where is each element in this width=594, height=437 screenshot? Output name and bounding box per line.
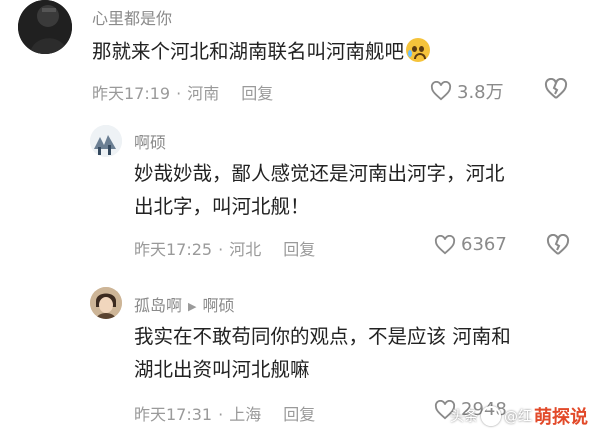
- comment-text: 妙哉妙哉，鄙人感觉还是河南出河字，河北 出北字，叫河北舰！: [134, 157, 505, 223]
- timestamp: 昨天17:25: [134, 240, 213, 259]
- reply-arrow-icon: ▶: [188, 300, 197, 313]
- comment-text-line: 那就来个河北和湖南联名叫河南舰吧: [92, 40, 405, 63]
- timestamp: 昨天17:19: [92, 84, 171, 103]
- comment-text-line: 出北字，叫河北舰！: [134, 195, 310, 218]
- reply-button[interactable]: 回复: [283, 405, 315, 424]
- reply-to-username[interactable]: 啊硕: [202, 296, 234, 315]
- separator-dot: ·: [218, 240, 224, 259]
- dislike-button[interactable]: [544, 77, 568, 104]
- watermark-circle-icon: [481, 406, 501, 426]
- separator-dot: ·: [176, 84, 182, 103]
- like-count: 3.8万: [457, 82, 504, 103]
- like-button[interactable]: 6367: [434, 234, 507, 255]
- reply-header: 孤岛啊 ▶ 啊硕: [134, 292, 235, 316]
- watermark-at: @红: [504, 409, 532, 425]
- location: 上海: [229, 405, 262, 424]
- username[interactable]: 心里都是你: [92, 5, 172, 29]
- crying-face-icon: [406, 38, 431, 62]
- heart-icon: [434, 234, 456, 254]
- comment-text-line: 妙哉妙哉，鄙人感觉还是河南出河字，河北: [134, 162, 505, 185]
- like-button[interactable]: 3.8万: [430, 78, 504, 104]
- reply-button[interactable]: 回复: [241, 84, 273, 103]
- reply-button[interactable]: 回复: [283, 240, 315, 259]
- username[interactable]: 啊硕: [134, 129, 166, 153]
- avatar[interactable]: [90, 287, 122, 319]
- watermark: 头条 @红 萌探说: [450, 403, 588, 429]
- watermark-prefix: 头条: [450, 409, 478, 425]
- location: 河北: [229, 240, 262, 259]
- comment-text: 我实在不敢苟同你的观点，不是应该 河南和 湖北出资叫河北舰嘛: [134, 320, 511, 386]
- avatar[interactable]: [90, 125, 122, 157]
- comment-text-line: 湖北出资叫河北舰嘛: [134, 358, 310, 381]
- heart-icon: [430, 81, 452, 101]
- watermark-brand: 萌探说: [534, 407, 588, 428]
- comment-meta: 昨天17:31 · 上海 回复: [134, 401, 315, 425]
- comment-text: 那就来个河北和湖南联名叫河南舰吧: [92, 35, 431, 68]
- broken-heart-icon: [544, 77, 568, 99]
- avatar[interactable]: [18, 0, 72, 54]
- location: 河南: [187, 84, 220, 103]
- broken-heart-icon: [546, 233, 570, 255]
- like-count: 6367: [461, 234, 507, 255]
- separator-dot: ·: [218, 405, 224, 424]
- username[interactable]: 孤岛啊: [134, 296, 182, 315]
- comment-meta: 昨天17:25 · 河北 回复: [134, 236, 315, 260]
- comment-text-line: 我实在不敢苟同你的观点，不是应该 河南和: [134, 325, 511, 348]
- dislike-button[interactable]: [546, 233, 570, 260]
- timestamp: 昨天17:31: [134, 405, 213, 424]
- comment-meta: 昨天17:19 · 河南 回复: [92, 80, 273, 104]
